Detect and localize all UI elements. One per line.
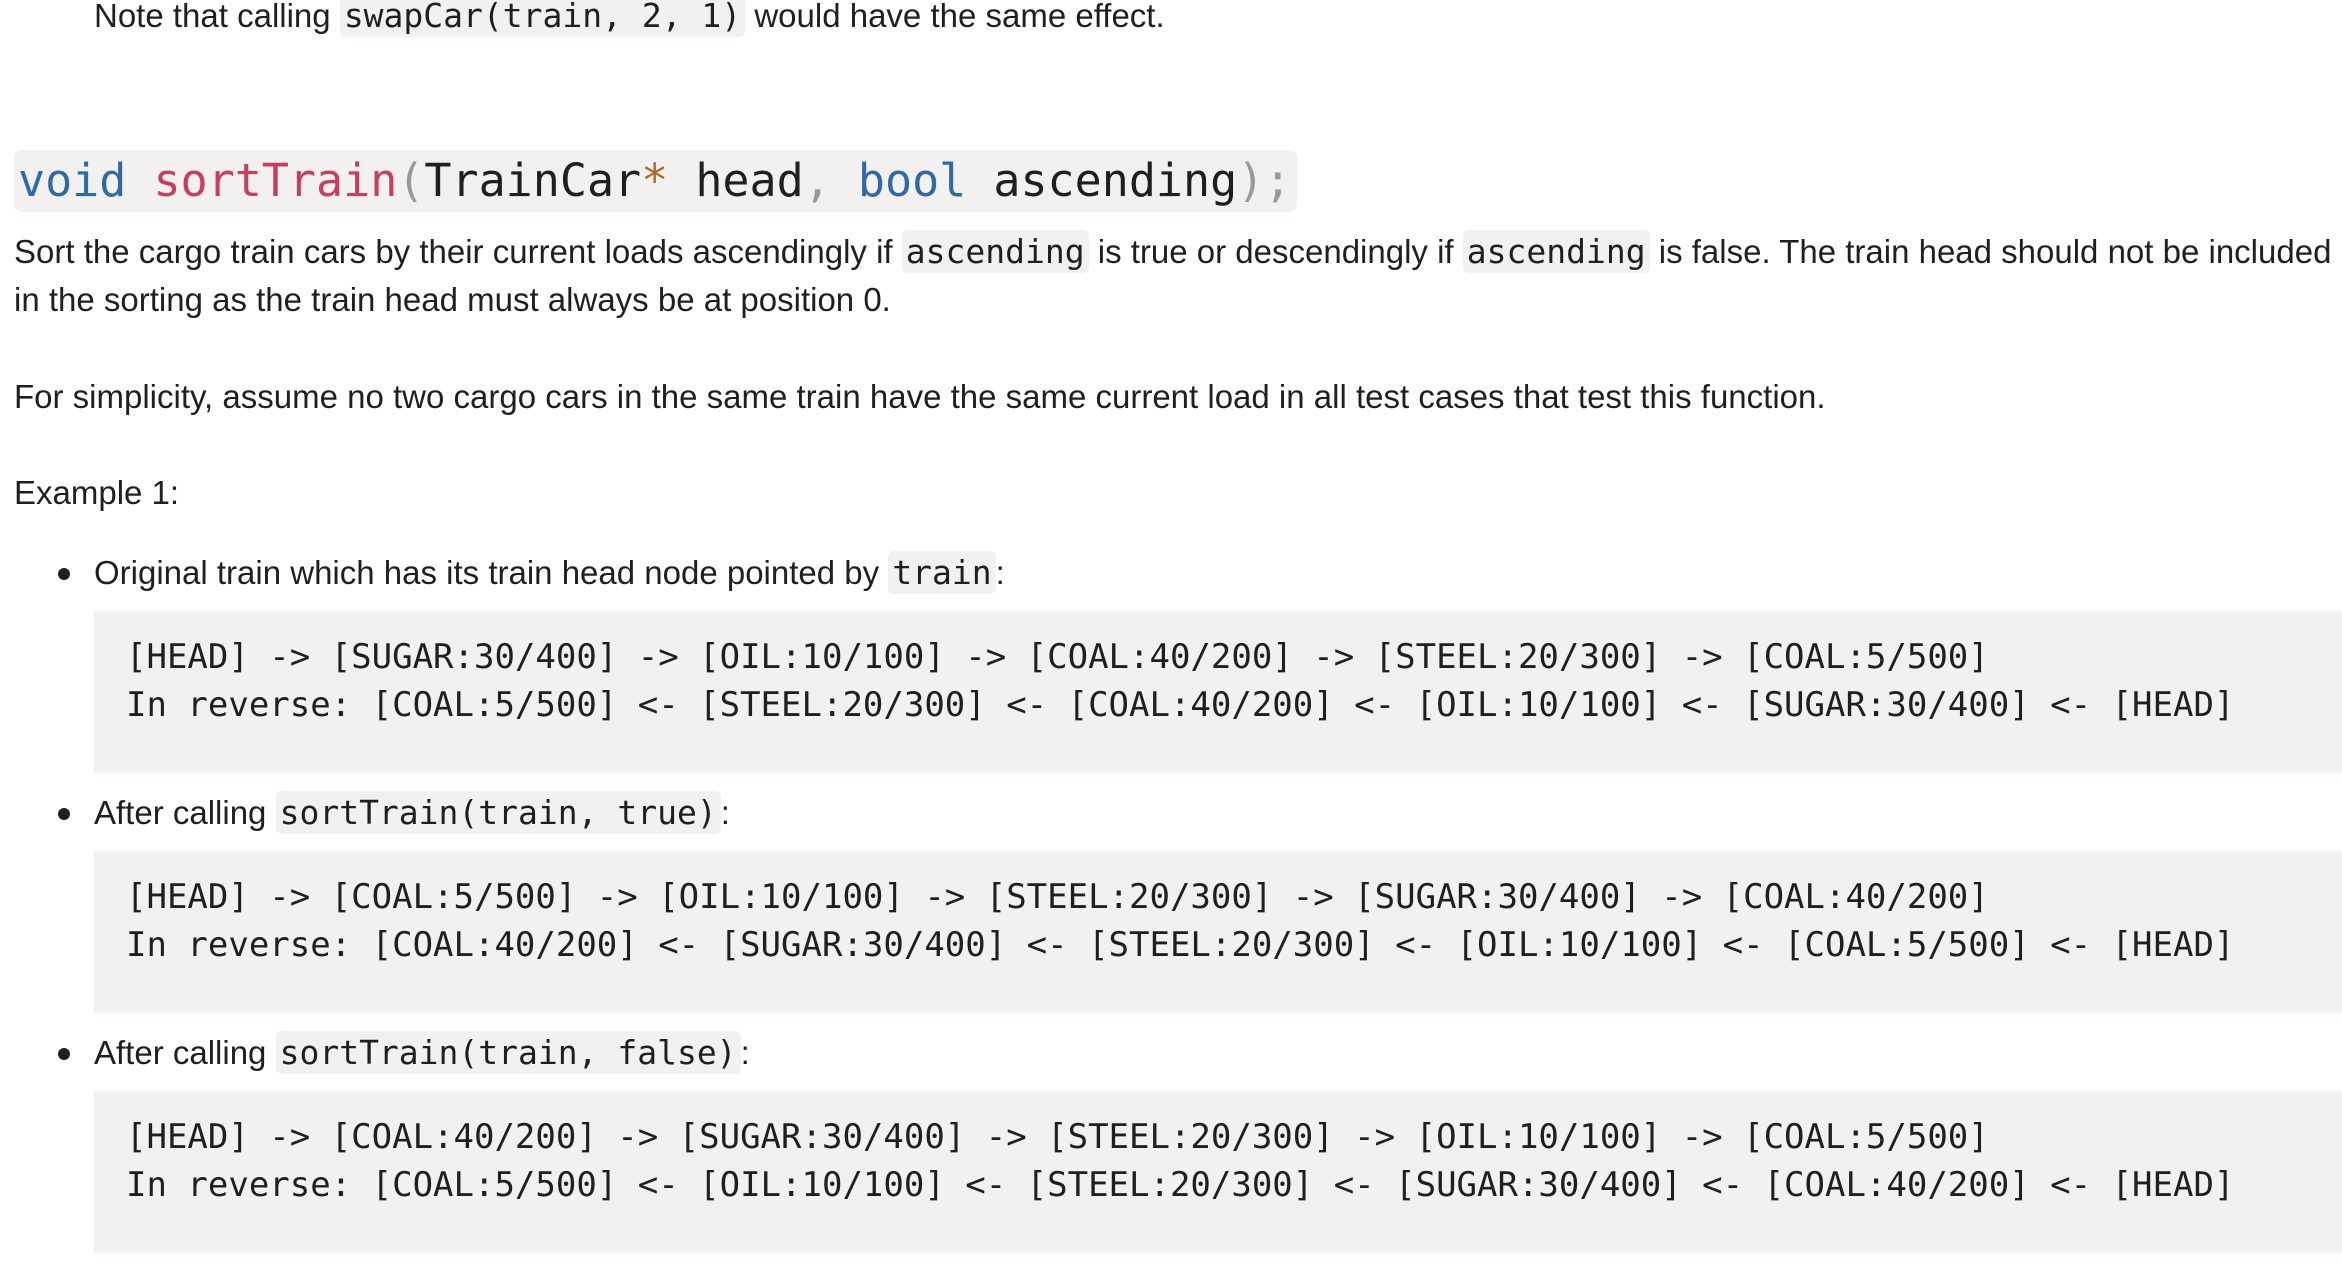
signature-return-type: void [18,154,127,207]
example-bullet-ascending: After calling sortTrain(train, true): [94,789,730,837]
signature-pointer: * [641,154,669,207]
bullet-code: train [888,551,996,594]
code-line-forward: [HEAD] -> [SUGAR:30/400] -> [OIL:10/100]… [126,637,1989,677]
simplicity-note: For simplicity, assume no two cargo cars… [14,378,1826,415]
description-part1: Sort the cargo train cars by their curre… [14,233,902,270]
signature-open-paren: ( [397,154,425,207]
signature-comma: , [803,154,831,207]
code-block-original: [HEAD] -> [SUGAR:30/400] -> [OIL:10/100]… [94,611,2342,773]
note-swapcar: Note that calling swapCar(train, 2, 1) w… [94,0,1165,40]
code-block-descending: [HEAD] -> [COAL:40/200] -> [SUGAR:30/400… [94,1091,2342,1253]
function-signature-heading: void sortTrain(TrainCar* head, bool asce… [14,150,1298,212]
bullet-code: sortTrain(train, true) [275,791,721,834]
example-bullet-descending: After calling sortTrain(train, false): [94,1029,750,1077]
code-line-forward: [HEAD] -> [COAL:40/200] -> [SUGAR:30/400… [126,1117,1989,1157]
signature-close: ); [1237,154,1292,207]
signature-param1-type: TrainCar [424,154,642,207]
note-prefix: Note that calling [94,0,340,34]
bullet-dot [58,1048,70,1060]
description-paragraph: Sort the cargo train cars by their curre… [14,228,2334,324]
description-part2: is true or descendingly if [1088,233,1463,270]
example-bullet-original: Original train which has its train head … [94,549,1005,597]
signature-param1-name: head [695,154,804,207]
bullet-dot [58,568,70,580]
signature-param2-type: bool [857,154,967,207]
bullet-prefix: After calling [94,794,276,831]
bullet-suffix: : [720,794,730,831]
signature-function-name: sortTrain [153,154,398,207]
example-label: Example 1: [14,474,180,511]
note-code: swapCar(train, 2, 1) [339,0,746,37]
bullet-prefix: Original train which has its train head … [94,554,889,591]
code-line-forward: [HEAD] -> [COAL:5/500] -> [OIL:10/100] -… [126,877,1989,917]
description-code-ascending-1: ascending [901,230,1089,273]
code-line-reverse: In reverse: [COAL:40/200] <- [SUGAR:30/4… [126,925,2235,965]
bullet-suffix: : [995,554,1005,591]
note-suffix: would have the same effect. [745,0,1165,34]
code-line-reverse: In reverse: [COAL:5/500] <- [OIL:10/100]… [126,1165,2235,1205]
code-block-ascending: [HEAD] -> [COAL:5/500] -> [OIL:10/100] -… [94,851,2342,1013]
description-code-ascending-2: ascending [1462,230,1650,273]
code-line-reverse: In reverse: [COAL:5/500] <- [STEEL:20/30… [126,685,2235,725]
bullet-prefix: After calling [94,1034,276,1071]
signature-param2-name: ascending [993,154,1238,207]
bullet-dot [58,808,70,820]
bullet-suffix: : [740,1034,750,1071]
bullet-code: sortTrain(train, false) [275,1031,741,1074]
